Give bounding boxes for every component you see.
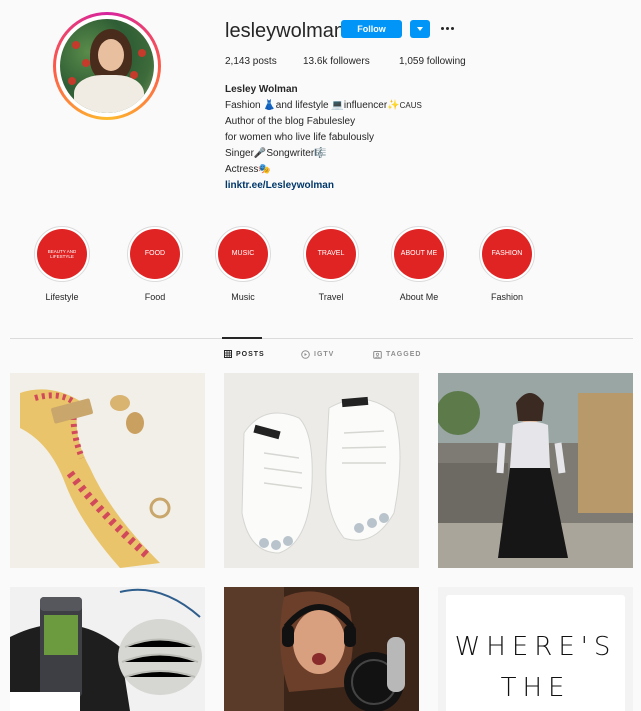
highlight-food[interactable]: FOOD Food: [120, 226, 190, 302]
following-count[interactable]: 1,059 following: [399, 56, 466, 67]
highlight-fashion[interactable]: FASHION Fashion: [472, 226, 542, 302]
post-dress-flatlay[interactable]: [10, 373, 205, 568]
posts-count: 2,143 posts: [225, 56, 277, 67]
highlight-cover: FASHION: [482, 229, 532, 279]
post-sanitizer-mask[interactable]: [10, 587, 205, 711]
tab-tagged[interactable]: TAGGED: [373, 350, 421, 359]
bio-line: for women who live life fabulously: [225, 132, 374, 143]
suggested-accounts-button[interactable]: [410, 20, 430, 38]
bio-line: Singer🎤Songwriter🎼: [225, 148, 327, 159]
profile-username: lesleywolman: [225, 20, 346, 42]
tv-icon: [301, 350, 310, 359]
post-wheres-the-text[interactable]: WHERE'S THE: [438, 587, 633, 711]
highlight-travel[interactable]: TRAVEL Travel: [296, 226, 366, 302]
tabs-divider: [10, 338, 633, 339]
bio-line: Author of the blog Fabulesley: [225, 116, 356, 127]
tab-label: IGTV: [314, 351, 335, 358]
post-text-line: WHERE'S: [454, 632, 617, 662]
tag-icon: [373, 351, 382, 359]
profile-full-name: Lesley Wolman: [225, 84, 298, 95]
bio-line: Fashion 👗and lifestyle 💻influencer✨CAUS: [225, 98, 485, 114]
highlight-label: Food: [144, 292, 166, 302]
more-options-button[interactable]: [437, 18, 457, 38]
highlight-lifestyle[interactable]: BEAUTY AND LIFESTYLE Lifestyle: [27, 226, 97, 302]
highlight-label: Travel: [318, 292, 344, 302]
highlight-cover: MUSIC: [218, 229, 268, 279]
highlight-cover: ABOUT ME: [394, 229, 444, 279]
followers-count[interactable]: 13.6k followers: [303, 56, 370, 67]
post-studio-singing[interactable]: [224, 587, 419, 711]
bio-line-text: Fashion 👗and lifestyle 💻influencer✨: [225, 100, 400, 111]
highlight-about-me[interactable]: ABOUT ME About Me: [384, 226, 454, 302]
post-white-sneakers[interactable]: [224, 373, 419, 568]
follow-button[interactable]: Follow: [341, 20, 402, 38]
grid-icon: [224, 350, 232, 358]
tab-label: POSTS: [236, 350, 265, 358]
more-dots-icon: [440, 26, 444, 30]
chevron-down-icon: [417, 27, 423, 31]
post-black-skirt-outfit[interactable]: [438, 373, 633, 568]
tab-label: TAGGED: [386, 351, 422, 358]
tab-igtv[interactable]: IGTV: [301, 350, 334, 359]
profile-avatar-ring[interactable]: [53, 12, 161, 120]
highlight-label: Fashion: [490, 292, 524, 302]
highlight-cover: TRAVEL: [306, 229, 356, 279]
highlight-music[interactable]: MUSIC Music: [208, 226, 278, 302]
highlight-label: Music: [231, 292, 255, 302]
bio-link[interactable]: linktr.ee/Lesleywolman: [225, 178, 485, 194]
highlight-label: Lifestyle: [45, 292, 79, 302]
bio-line: Actress🎭: [225, 164, 271, 175]
tab-posts[interactable]: POSTS: [224, 350, 265, 358]
bio-line-suffix: CAUS: [399, 101, 422, 110]
active-tab-indicator: [222, 337, 262, 339]
highlight-label: About Me: [399, 292, 439, 302]
post-text-line: THE: [500, 673, 571, 703]
profile-bio: Lesley Wolman Fashion 👗and lifestyle 💻in…: [225, 82, 485, 194]
highlight-cover: BEAUTY AND LIFESTYLE: [37, 229, 87, 279]
highlight-cover: FOOD: [130, 229, 180, 279]
profile-avatar: [60, 19, 154, 113]
